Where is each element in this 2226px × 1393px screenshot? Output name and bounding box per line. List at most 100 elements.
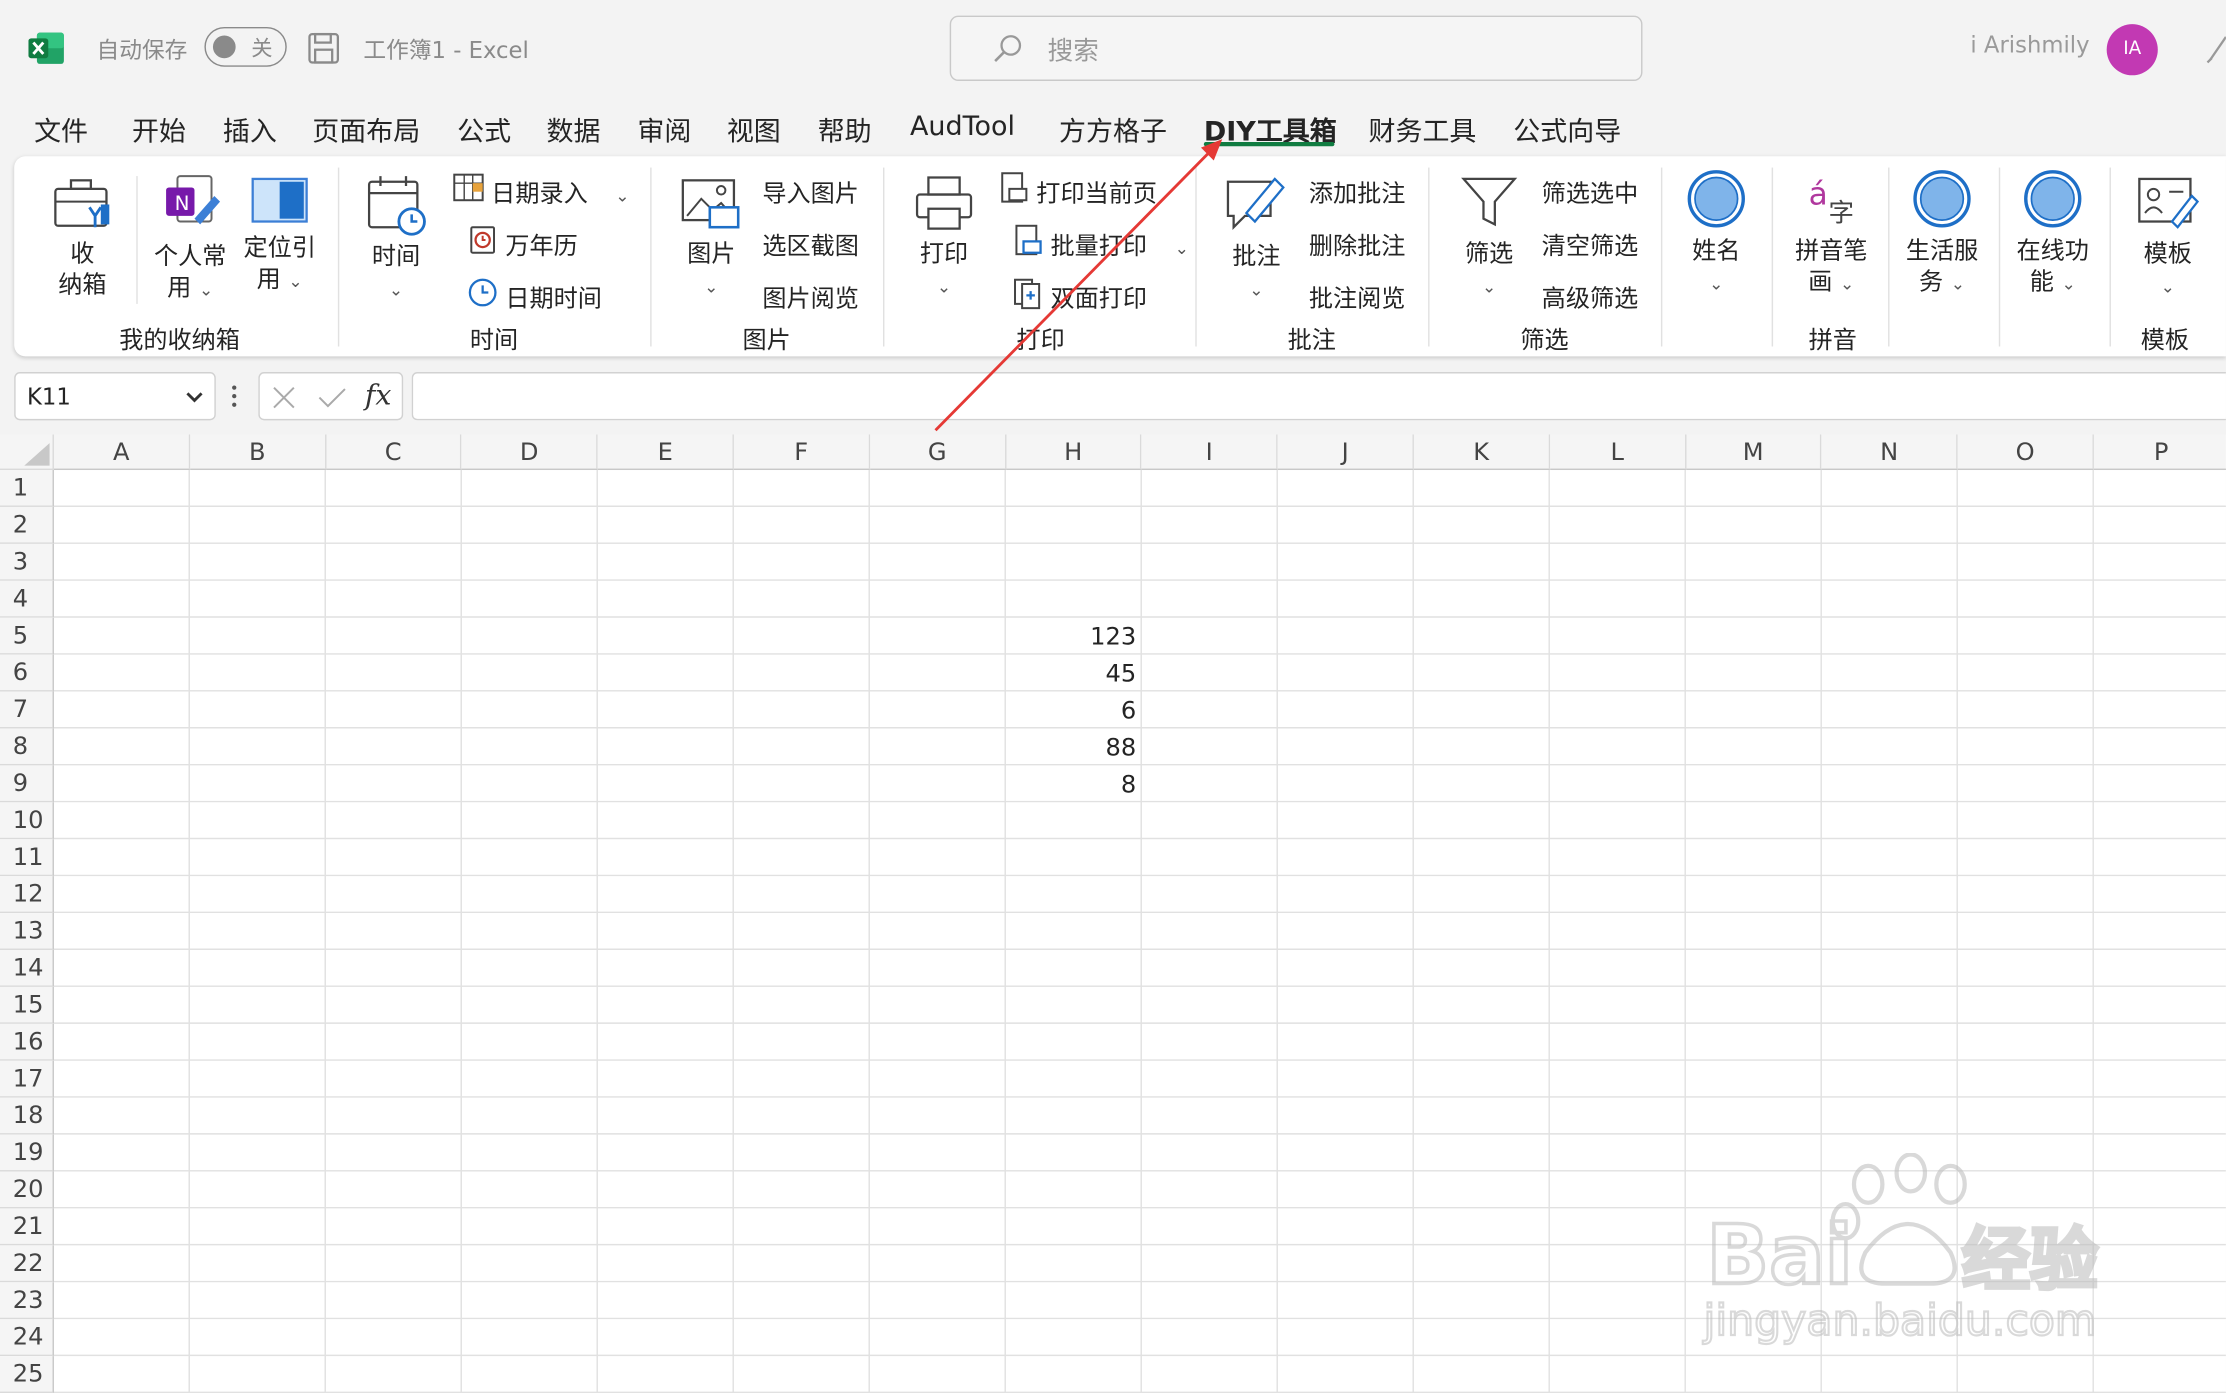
- name-box[interactable]: K11: [14, 372, 216, 421]
- chevron-down-icon[interactable]: [183, 382, 206, 410]
- save-icon[interactable]: [307, 31, 341, 65]
- column-header-n[interactable]: N: [1821, 434, 1958, 471]
- duplex-print-button[interactable]: 双面打印: [1014, 278, 1147, 314]
- batch-print-button[interactable]: 批量打印 ⌄: [1015, 224, 1189, 261]
- print-button[interactable]: 打印 ⌄: [909, 173, 980, 302]
- template-button[interactable]: 模板 ⌄: [2132, 173, 2203, 302]
- column-header-i[interactable]: I: [1141, 434, 1278, 471]
- advanced-filter-button[interactable]: 高级筛选: [1542, 278, 1639, 313]
- locate-reference-button[interactable]: 定位引 用 ⌄: [241, 176, 318, 297]
- tab-audtool[interactable]: AudTool: [910, 111, 1015, 142]
- row-header-1[interactable]: 1: [0, 470, 54, 507]
- column-header-a[interactable]: A: [53, 434, 190, 471]
- print-current-page-button[interactable]: 打印当前页: [1001, 172, 1157, 209]
- row-header-12[interactable]: 12: [0, 876, 54, 914]
- cell-h8[interactable]: 88: [1006, 728, 1137, 765]
- row-header-13[interactable]: 13: [0, 913, 54, 950]
- review-comment-button[interactable]: 批注阅览: [1309, 278, 1406, 313]
- tab-file[interactable]: 文件: [34, 111, 88, 149]
- clear-filter-button[interactable]: 清空筛选: [1542, 226, 1639, 261]
- row-header-3[interactable]: 3: [0, 543, 54, 581]
- cell-h6[interactable]: 45: [1006, 655, 1137, 692]
- life-services-button[interactable]: 生活服 务 ⌄: [1902, 168, 1981, 300]
- perpetual-calendar-button[interactable]: 万年历: [470, 226, 578, 261]
- tab-data[interactable]: 数据: [547, 111, 601, 149]
- cell-h7[interactable]: 6: [1006, 692, 1136, 729]
- tab-help[interactable]: 帮助: [818, 111, 872, 149]
- row-header-14[interactable]: 14: [0, 949, 54, 987]
- tab-formula-wizard[interactable]: 公式向导: [1513, 111, 1621, 149]
- avatar[interactable]: IA: [2106, 24, 2158, 76]
- row-header-2[interactable]: 2: [0, 506, 54, 544]
- tab-view[interactable]: 视图: [727, 111, 781, 149]
- column-header-b[interactable]: B: [189, 434, 326, 471]
- picture-browse-button[interactable]: 图片阅览: [762, 278, 859, 313]
- date-time-button[interactable]: 日期时间: [468, 278, 602, 314]
- column-header-c[interactable]: C: [325, 434, 462, 471]
- online-features-button[interactable]: 在线功 能 ⌄: [2013, 168, 2092, 300]
- row-header-24[interactable]: 24: [0, 1319, 54, 1357]
- row-header-9[interactable]: 9: [0, 765, 54, 803]
- comment-button[interactable]: 批注 ⌄: [1221, 170, 1292, 305]
- column-header-m[interactable]: M: [1685, 434, 1822, 471]
- tab-home[interactable]: 开始: [132, 111, 186, 149]
- row-header-17[interactable]: 17: [0, 1060, 54, 1098]
- date-entry-button[interactable]: 日期录入 ⌄: [453, 173, 630, 209]
- column-header-j[interactable]: J: [1277, 434, 1414, 471]
- add-comment-button[interactable]: 添加批注: [1309, 173, 1406, 208]
- delete-comment-button[interactable]: 删除批注: [1309, 226, 1406, 261]
- column-header-p[interactable]: P: [2093, 434, 2226, 471]
- row-header-23[interactable]: 23: [0, 1282, 54, 1320]
- row-header-20[interactable]: 20: [0, 1171, 54, 1209]
- name-button[interactable]: 姓名 ⌄: [1684, 168, 1749, 300]
- selection-screenshot-button[interactable]: 选区截图: [762, 226, 859, 261]
- column-header-o[interactable]: O: [1957, 434, 2094, 471]
- cell-h5[interactable]: 123: [1006, 618, 1136, 655]
- row-header-25[interactable]: 25: [0, 1356, 54, 1393]
- column-header-k[interactable]: K: [1413, 434, 1550, 471]
- row-header-7[interactable]: 7: [0, 691, 54, 729]
- row-header-19[interactable]: 19: [0, 1134, 54, 1172]
- enter-check-icon[interactable]: [317, 385, 348, 411]
- row-header-4[interactable]: 4: [0, 580, 54, 618]
- filter-selected-button[interactable]: 筛选选中: [1542, 173, 1639, 208]
- tab-finance-tools[interactable]: 财务工具: [1368, 111, 1476, 149]
- row-header-21[interactable]: 21: [0, 1208, 54, 1246]
- personal-common-button[interactable]: N 个人常 用 ⌄: [153, 170, 227, 305]
- row-header-6[interactable]: 6: [0, 654, 54, 692]
- autosave-toggle[interactable]: 关: [204, 26, 287, 67]
- pen-icon[interactable]: [2206, 31, 2226, 65]
- filter-button[interactable]: 筛选 ⌄: [1454, 173, 1525, 302]
- tab-review[interactable]: 审阅: [637, 111, 691, 149]
- tab-insert[interactable]: 插入: [223, 111, 277, 149]
- column-header-h[interactable]: H: [1005, 434, 1142, 471]
- tab-page-layout[interactable]: 页面布局: [312, 111, 420, 149]
- row-header-8[interactable]: 8: [0, 728, 54, 766]
- column-header-d[interactable]: D: [461, 434, 598, 471]
- column-header-f[interactable]: F: [733, 434, 870, 471]
- tab-fangfangezi[interactable]: 方方格子: [1059, 111, 1167, 149]
- column-header-l[interactable]: L: [1549, 434, 1686, 471]
- cell-h9[interactable]: 8: [1006, 765, 1136, 802]
- pinyin-button[interactable]: á 字 拼音笔 画 ⌄: [1792, 170, 1871, 299]
- tab-formulas[interactable]: 公式: [457, 111, 511, 149]
- row-header-15[interactable]: 15: [0, 986, 54, 1024]
- row-header-11[interactable]: 11: [0, 839, 54, 877]
- import-picture-button[interactable]: 导入图片: [762, 173, 859, 208]
- cancel-icon[interactable]: [271, 385, 297, 411]
- picture-button[interactable]: 图片 ⌄: [676, 176, 747, 302]
- row-header-5[interactable]: 5: [0, 617, 54, 655]
- row-header-16[interactable]: 16: [0, 1023, 54, 1061]
- formula-input[interactable]: [411, 372, 2226, 421]
- row-header-18[interactable]: 18: [0, 1097, 54, 1135]
- column-header-g[interactable]: G: [869, 434, 1006, 471]
- row-header-22[interactable]: 22: [0, 1245, 54, 1283]
- time-button[interactable]: 时间 ⌄: [361, 173, 432, 305]
- more-options-icon[interactable]: [231, 383, 237, 409]
- row-header-10[interactable]: 10: [0, 802, 54, 840]
- search-box[interactable]: 搜索: [949, 15, 1643, 81]
- storage-box-button[interactable]: 收 纳箱: [48, 176, 116, 301]
- column-header-e[interactable]: E: [597, 434, 734, 471]
- insert-function-button[interactable]: fx: [365, 378, 392, 412]
- select-all-corner[interactable]: [0, 434, 54, 471]
